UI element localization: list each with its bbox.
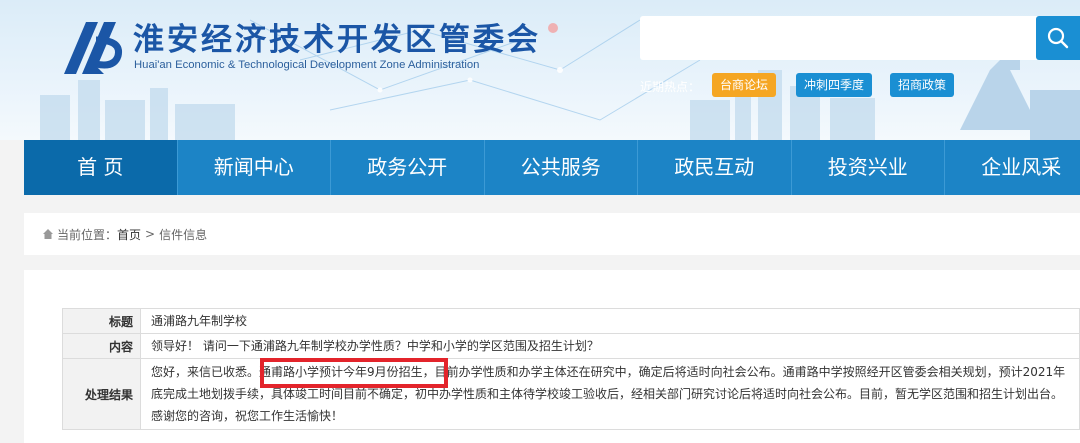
site-subtitle: Huai'an Economic & Technological Develop… <box>134 59 480 71</box>
result-label: 处理结果 <box>62 358 141 430</box>
breadcrumb: 当前位置： 首页 > 信件信息 <box>24 213 1080 255</box>
title-label: 标题 <box>62 308 141 334</box>
hot-tag-q4-sprint[interactable]: 冲刺四季度 <box>796 73 873 97</box>
search-input[interactable] <box>640 16 1040 60</box>
search-button[interactable] <box>1036 16 1080 60</box>
table-row-title: 标题 通浦路九年制学校 <box>62 308 1080 334</box>
search-icon <box>1047 27 1069 49</box>
content-value: 领导好！ 请问一下通浦路九年制学校办学性质？中学和小学的学区范围及招生计划？ <box>140 333 1080 359</box>
nav-item-investment[interactable]: 投资兴业 <box>792 140 945 195</box>
breadcrumb-prefix: 当前位置： <box>57 227 118 242</box>
breadcrumb-current: 信件信息 <box>159 227 208 242</box>
hot-tag-investment-policy[interactable]: 招商政策 <box>890 73 955 97</box>
table-row-result: 处理结果 您好，来信已收悉。通甫路小学预计今年9月份招生，目前办学性质和办学主体… <box>62 358 1080 430</box>
content-label: 内容 <box>62 333 141 359</box>
breadcrumb-home-link[interactable]: 首页 <box>117 226 141 243</box>
hot-topics-label: 近期热点： <box>640 80 701 94</box>
nav-item-enterprises[interactable]: 企业风采 <box>945 140 1080 195</box>
title-value: 通浦路九年制学校 <box>140 308 1080 334</box>
site-title: 淮安经济技术开发区管委会 <box>133 22 541 58</box>
nav-item-home[interactable]: 首 页 <box>24 140 178 195</box>
site-header: 淮安经济技术开发区管委会 Huai'an Economic & Technolo… <box>0 0 1080 140</box>
breadcrumb-separator: > <box>145 227 156 241</box>
table-row-content: 内容 领导好！ 请问一下通浦路九年制学校办学性质？中学和小学的学区范围及招生计划… <box>62 333 1080 359</box>
nav-item-public-services[interactable]: 公共服务 <box>485 140 638 195</box>
nav-item-news[interactable]: 新闻中心 <box>178 140 331 195</box>
nav-item-government-affairs[interactable]: 政务公开 <box>331 140 485 195</box>
letter-detail-table: 标题 通浦路九年制学校 内容 领导好！ 请问一下通浦路九年制学校办学性质？中学和… <box>62 308 1080 430</box>
home-icon <box>43 229 53 239</box>
hot-tag-taishang-forum[interactable]: 台商论坛 <box>712 73 777 97</box>
nav-item-citizen-interaction[interactable]: 政民互动 <box>638 140 792 195</box>
result-value: 您好，来信已收悉。通甫路小学预计今年9月份招生，目前办学性质和办学主体还在研究中… <box>140 358 1080 430</box>
main-nav: 首 页 新闻中心 政务公开 公共服务 政民互动 投资兴业 企业风采 <box>24 140 1080 195</box>
site-logo[interactable] <box>60 18 124 78</box>
